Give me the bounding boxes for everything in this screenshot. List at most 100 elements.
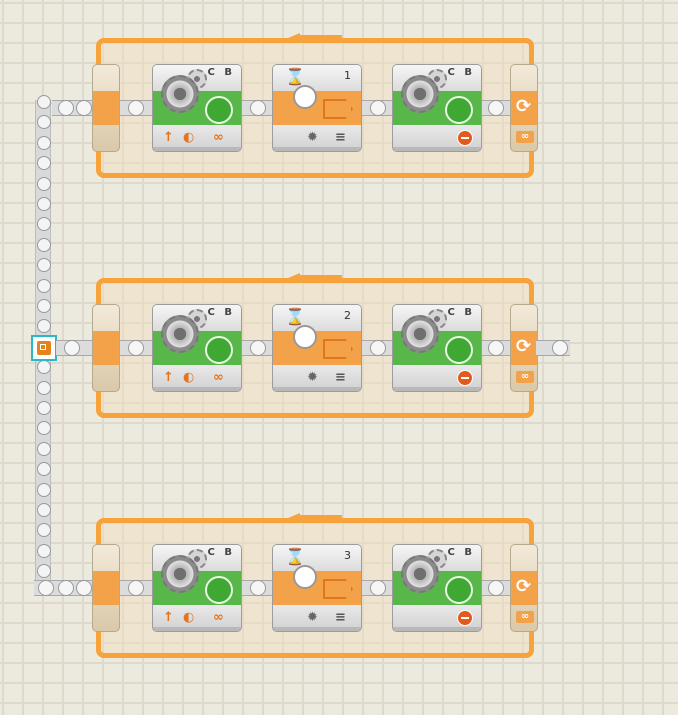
beam-hub — [250, 580, 266, 596]
light-icon: ✹ — [307, 610, 318, 625]
beam-hub — [370, 100, 386, 116]
loop-start-cap[interactable] — [92, 304, 120, 392]
direction-icon: ↑ — [163, 130, 174, 145]
beam-link — [37, 462, 51, 477]
motor-block-1a[interactable]: C B ↑ ◐ ∞ — [152, 64, 242, 152]
light-icon: ✹ — [307, 130, 318, 145]
beam-end-hub[interactable] — [552, 340, 568, 356]
light-icon: ✹ — [307, 370, 318, 385]
beam-hub — [250, 100, 266, 116]
loop-return-arrow-icon — [288, 33, 300, 43]
motor-block-2b[interactable]: C B — [392, 304, 482, 392]
beam-link — [37, 441, 51, 456]
motor-block-1b[interactable]: C B — [392, 64, 482, 152]
motor-ports-label: C B — [447, 307, 475, 318]
direction-icon: ↑ — [163, 370, 174, 385]
loop-return-line — [298, 35, 342, 40]
motor-ports-label: C B — [207, 547, 235, 558]
infinity-icon: ∞ — [213, 370, 224, 385]
beam-hub — [76, 580, 92, 596]
beam-hub — [64, 340, 80, 356]
infinity-icon: ∞ — [516, 611, 534, 623]
beam-hub — [128, 100, 144, 116]
motor-indicator — [205, 336, 233, 364]
loop-start-cap[interactable] — [92, 544, 120, 632]
beam-hub — [76, 100, 92, 116]
beam-hub — [58, 580, 74, 596]
motor-indicator — [205, 96, 233, 124]
motor-gears-icon — [161, 75, 199, 113]
hourglass-icon: ⌛ — [285, 67, 305, 86]
beam-hub — [488, 100, 504, 116]
sensor-port-number: 2 — [344, 309, 351, 322]
program-canvas[interactable]: C B ↑ ◐ ∞ 1 ⌛ ✹ ≡ C B ⟳ ∞ C B ↑ ◐ ∞ 2 ⌛ … — [0, 0, 678, 715]
motor-gears-icon — [401, 555, 439, 593]
beam-link — [37, 482, 51, 497]
loop-row-3: C B ↑ ◐ ∞ 3 ⌛ ✹ ≡ C B ⟳ ∞ — [0, 513, 678, 668]
motor-indicator — [445, 336, 473, 364]
beam-link — [37, 217, 51, 232]
beam-hub — [128, 340, 144, 356]
stop-icon — [457, 370, 473, 386]
sensor-port-number: 1 — [344, 69, 351, 82]
wait-light-sensor-block-3[interactable]: 3 ⌛ ✹ ≡ — [272, 544, 362, 632]
beam-hub — [488, 340, 504, 356]
beam-hub — [488, 580, 504, 596]
wait-light-sensor-block-1[interactable]: 1 ⌛ ✹ ≡ — [272, 64, 362, 152]
beam-link — [37, 503, 51, 517]
infinity-icon: ∞ — [516, 131, 534, 143]
motor-block-2a[interactable]: C B ↑ ◐ ∞ — [152, 304, 242, 392]
infinity-icon: ∞ — [213, 130, 224, 145]
loop-return-arrow-icon — [288, 273, 300, 283]
loop-return-line — [298, 275, 342, 280]
stop-icon — [457, 130, 473, 146]
list-icon: ≡ — [335, 130, 346, 145]
beam-hub — [370, 580, 386, 596]
loop-arrows-icon: ⟳ — [516, 336, 532, 357]
direction-icon: ↑ — [163, 610, 174, 625]
motor-gears-icon — [401, 75, 439, 113]
beam-hub — [370, 340, 386, 356]
beam-link — [37, 197, 51, 211]
motor-ports-label: C B — [207, 67, 235, 78]
loop-end-cap[interactable]: ⟳ ∞ — [510, 544, 538, 632]
motor-gears-icon — [161, 315, 199, 353]
stop-icon — [457, 610, 473, 626]
loop-return-arrow-icon — [288, 513, 300, 523]
infinity-icon: ∞ — [516, 371, 534, 383]
motor-indicator — [205, 576, 233, 604]
loop-row-1: C B ↑ ◐ ∞ 1 ⌛ ✹ ≡ C B ⟳ ∞ — [0, 33, 678, 188]
motor-block-3b[interactable]: C B — [392, 544, 482, 632]
wait-light-sensor-block-2[interactable]: 2 ⌛ ✹ ≡ — [272, 304, 362, 392]
loop-return-line — [298, 515, 342, 520]
hourglass-icon: ⌛ — [285, 307, 305, 326]
motor-ports-label: C B — [447, 67, 475, 78]
beam-hub — [58, 100, 74, 116]
power-icon: ◐ — [183, 370, 195, 385]
motor-indicator — [445, 576, 473, 604]
loop-arrows-icon: ⟳ — [516, 96, 532, 117]
hourglass-icon: ⌛ — [285, 547, 305, 566]
loop-end-cap[interactable]: ⟳ ∞ — [510, 304, 538, 392]
power-icon: ◐ — [183, 610, 195, 625]
beam-link — [37, 237, 51, 252]
motor-gears-icon — [161, 555, 199, 593]
motor-ports-label: C B — [447, 547, 475, 558]
list-icon: ≡ — [335, 370, 346, 385]
motor-block-3a[interactable]: C B ↑ ◐ ∞ — [152, 544, 242, 632]
loop-row-2: C B ↑ ◐ ∞ 2 ⌛ ✹ ≡ C B ⟳ ∞ — [0, 273, 678, 428]
loop-start-cap[interactable] — [92, 64, 120, 152]
list-icon: ≡ — [335, 610, 346, 625]
infinity-icon: ∞ — [213, 610, 224, 625]
motor-ports-label: C B — [207, 307, 235, 318]
beam-hub — [250, 340, 266, 356]
power-icon: ◐ — [183, 130, 195, 145]
beam-link — [37, 258, 51, 273]
sensor-port-number: 3 — [344, 549, 351, 562]
motor-gears-icon — [401, 315, 439, 353]
beam-hub — [128, 580, 144, 596]
motor-indicator — [445, 96, 473, 124]
beam-hub — [38, 580, 54, 596]
loop-end-cap[interactable]: ⟳ ∞ — [510, 64, 538, 152]
loop-arrows-icon: ⟳ — [516, 576, 532, 597]
